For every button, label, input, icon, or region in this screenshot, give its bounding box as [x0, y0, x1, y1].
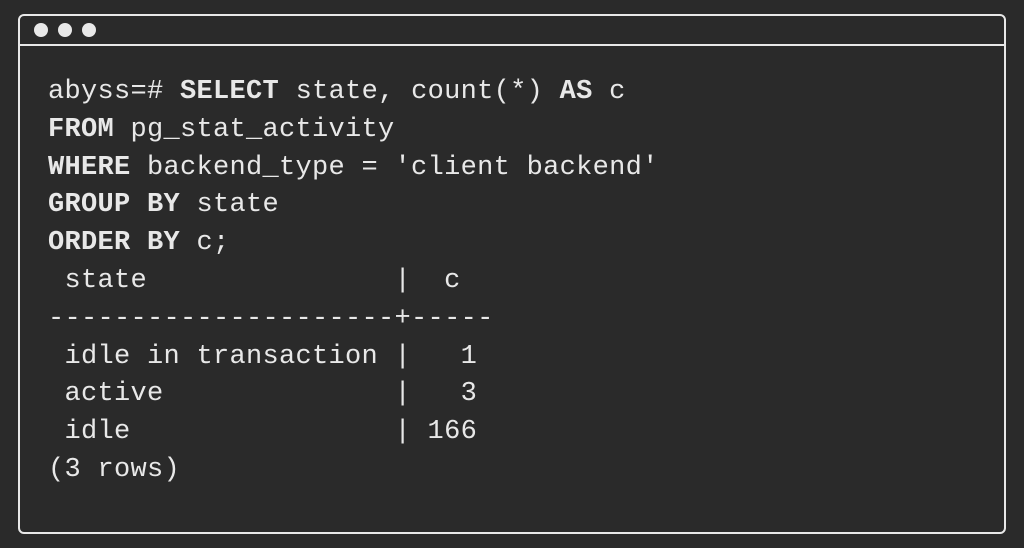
result-header: state | c: [48, 266, 461, 296]
result-row: idle | 166: [48, 417, 477, 447]
sql-keyword-from: FROM: [48, 115, 114, 145]
terminal-window: abyss=# SELECT state, count(*) AS c FROM…: [18, 14, 1006, 534]
result-row: idle in transaction | 1: [48, 342, 477, 372]
terminal-content[interactable]: abyss=# SELECT state, count(*) AS c FROM…: [20, 46, 1004, 518]
sql-keyword-orderby: ORDER BY: [48, 228, 180, 258]
sql-keyword-groupby: GROUP BY: [48, 190, 180, 220]
result-row: active | 3: [48, 379, 477, 409]
sql-text: state: [180, 190, 279, 220]
sql-text: state, count(*): [279, 77, 560, 107]
sql-keyword-where: WHERE: [48, 153, 131, 183]
result-footer: (3 rows): [48, 455, 180, 485]
window-control-dot[interactable]: [34, 23, 48, 37]
sql-text: backend_type = 'client backend': [131, 153, 659, 183]
window-control-dot[interactable]: [58, 23, 72, 37]
sql-text: c: [593, 77, 626, 107]
sql-text: c;: [180, 228, 230, 258]
sql-keyword-as: AS: [560, 77, 593, 107]
sql-keyword-select: SELECT: [180, 77, 279, 107]
window-control-dot[interactable]: [82, 23, 96, 37]
prompt: abyss=#: [48, 77, 180, 107]
window-titlebar: [20, 16, 1004, 46]
result-divider: ---------------------+-----: [48, 304, 494, 334]
sql-text: pg_stat_activity: [114, 115, 395, 145]
